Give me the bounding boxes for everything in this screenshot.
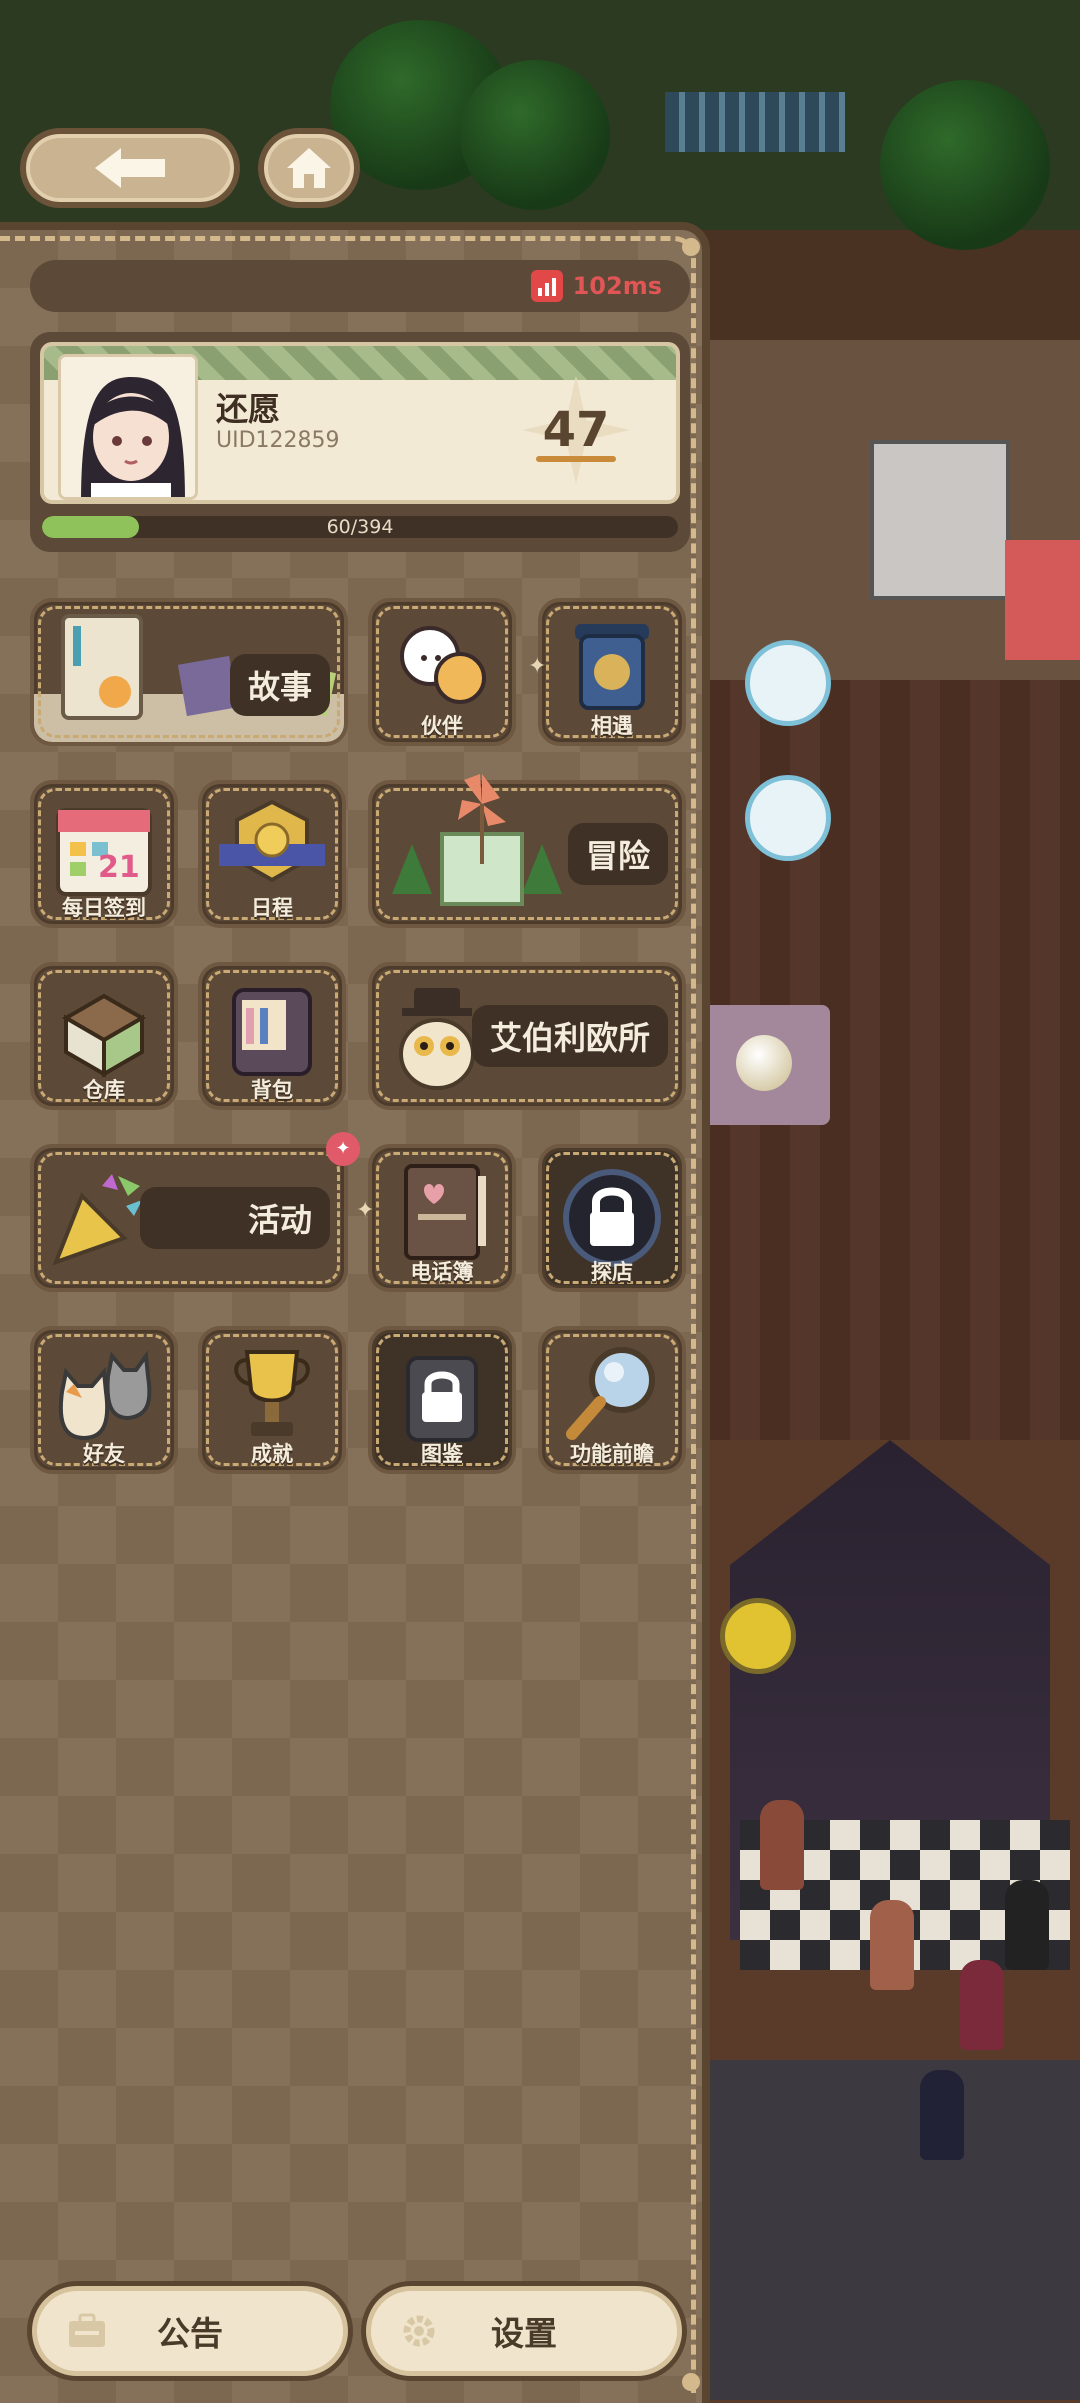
visit-shop-label: 探店 xyxy=(591,1260,633,1284)
schedule-emblem-icon xyxy=(219,799,325,883)
backpack-label: 背包 xyxy=(251,1078,293,1102)
lock-icon xyxy=(563,1169,661,1267)
briefcase-icon xyxy=(69,2313,105,2347)
warehouse-tile[interactable]: 仓库 xyxy=(30,962,178,1110)
panel-corner-ornament xyxy=(682,238,700,256)
party-popper-icon xyxy=(52,1174,142,1266)
npc-character[interactable] xyxy=(920,2070,964,2160)
ping-value: 102ms xyxy=(572,272,662,300)
eberio-label: 艾伯利欧所 xyxy=(471,1005,668,1067)
menu-panel: 102ms 还愿 UID122859 47 60/394 故事 伙伴 ✦ 相遇 … xyxy=(0,222,710,2403)
story-label: 故事 xyxy=(229,654,330,716)
pinwheel-garden-icon xyxy=(392,774,562,906)
xp-progress-text: 60/394 xyxy=(326,516,394,538)
settings-button[interactable]: 设置 xyxy=(366,2286,682,2376)
phonebook-tile[interactable]: ✦ 电话簿 xyxy=(356,1144,516,1292)
events-tile[interactable]: ✦ 活动 xyxy=(30,1132,360,1292)
phonebook-label: 电话簿 xyxy=(410,1260,474,1284)
adventure-tile[interactable]: 冒险 xyxy=(368,774,686,928)
washing-machine xyxy=(1005,540,1080,660)
story-tile[interactable]: 故事 xyxy=(30,598,348,746)
codex-label: 图鉴 xyxy=(421,1442,463,1466)
player-level: 47 xyxy=(542,402,610,458)
feature-preview-tile[interactable]: 功能前瞻 xyxy=(538,1326,686,1474)
crate-icon xyxy=(62,993,146,1078)
npc-character[interactable] xyxy=(1005,1880,1049,1970)
eberio-tile[interactable]: 艾伯利欧所 xyxy=(368,962,686,1110)
telephone-icon xyxy=(575,624,649,710)
encounter-tile[interactable]: ✦ 相遇 xyxy=(528,598,686,746)
partner-characters-icon xyxy=(400,626,486,704)
pearl-button[interactable] xyxy=(700,1005,830,1125)
player-uid: UID122859 xyxy=(216,428,340,453)
sparkle-icon: ✦ xyxy=(528,654,547,679)
magnifier-icon xyxy=(566,1347,655,1440)
avatar-portrait xyxy=(61,357,195,497)
sparkle-icon: ✦ xyxy=(356,1198,375,1223)
schedule-tile[interactable]: 日程 xyxy=(198,780,346,928)
avatar[interactable] xyxy=(58,354,198,500)
signal-bars-icon xyxy=(530,270,563,302)
visit-shop-tile[interactable]: 探店 xyxy=(538,1144,686,1292)
player-name: 还愿 xyxy=(216,390,281,428)
arrow-left-icon xyxy=(95,148,165,188)
encounter-label: 相遇 xyxy=(591,714,633,738)
warehouse-label: 仓库 xyxy=(83,1078,125,1102)
partner-label: 伙伴 xyxy=(421,714,463,738)
gear-icon xyxy=(403,2315,435,2347)
npc-character[interactable] xyxy=(960,1960,1004,2050)
fridge xyxy=(870,440,1010,600)
lock-icon xyxy=(406,1356,478,1442)
home-button[interactable] xyxy=(258,128,360,208)
backpack-icon xyxy=(232,988,312,1076)
awning xyxy=(665,92,845,152)
friends-label: 好友 xyxy=(83,1442,125,1466)
speech-bubble[interactable] xyxy=(745,775,831,861)
speech-bubble[interactable] xyxy=(745,640,831,726)
tree xyxy=(460,60,610,210)
profile-section: 还愿 UID122859 47 60/394 xyxy=(30,332,690,552)
achievements-label: 成就 xyxy=(251,1442,293,1466)
new-badge-icon: ✦ xyxy=(326,1132,360,1166)
owl-icon xyxy=(399,988,475,1090)
codex-tile[interactable]: 图鉴 xyxy=(368,1326,516,1474)
backpack-tile[interactable]: 背包 xyxy=(198,962,346,1110)
calendar-day: 21 xyxy=(98,850,140,885)
cats-icon xyxy=(58,1350,152,1441)
achievements-tile[interactable]: 成就 xyxy=(198,1326,346,1474)
friends-tile[interactable]: 好友 xyxy=(30,1326,178,1474)
book-icon xyxy=(61,614,143,720)
npc-character[interactable] xyxy=(760,1800,804,1890)
tree xyxy=(880,80,1050,250)
adventure-label: 冒险 xyxy=(567,823,668,885)
feature-preview-label: 功能前瞻 xyxy=(570,1442,654,1466)
home-icon xyxy=(287,148,331,188)
notice-button[interactable]: 公告 xyxy=(32,2286,348,2376)
back-button[interactable] xyxy=(20,128,240,208)
trophy-icon xyxy=(234,1350,310,1436)
street xyxy=(700,2060,1080,2400)
partner-tile[interactable]: 伙伴 xyxy=(368,598,516,746)
network-status-bar: 102ms xyxy=(30,260,690,312)
npc-character[interactable] xyxy=(870,1900,914,1990)
xp-progress-bar: 60/394 xyxy=(42,516,678,538)
profile-card[interactable]: 还愿 UID122859 47 xyxy=(40,342,680,504)
daily-checkin-tile[interactable]: 21 每日签到 xyxy=(30,780,178,928)
daily-checkin-label: 每日签到 xyxy=(62,896,146,920)
events-label: 活动 xyxy=(140,1187,330,1249)
level-badge: 47 xyxy=(516,370,636,490)
phonebook-icon xyxy=(404,1164,486,1260)
schedule-label: 日程 xyxy=(251,896,293,920)
panel-corner-ornament xyxy=(682,2373,700,2391)
smiley-icon[interactable] xyxy=(720,1598,796,1674)
